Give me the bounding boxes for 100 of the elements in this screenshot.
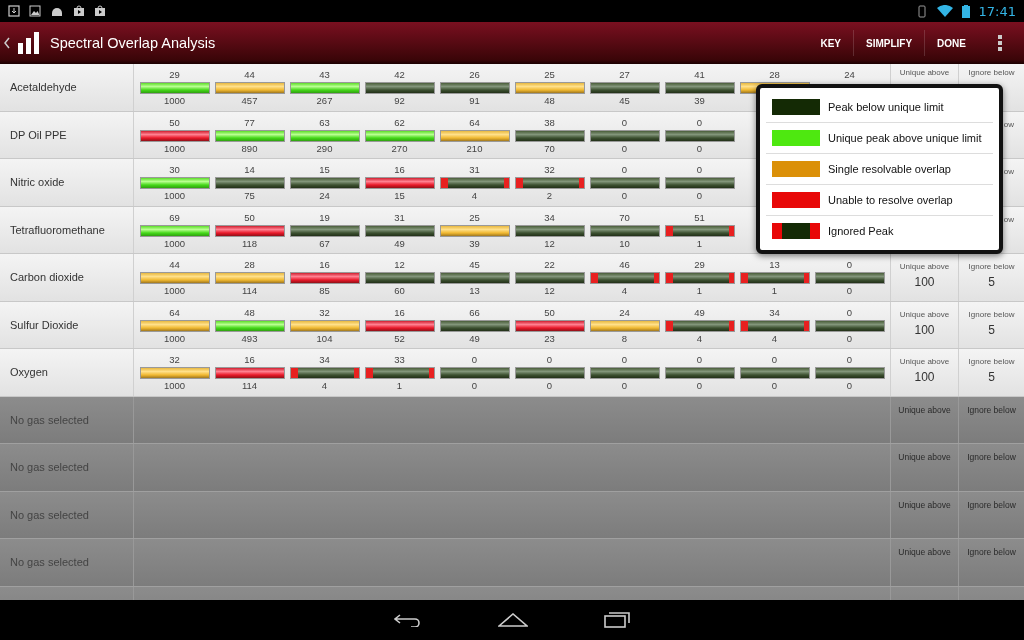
peak-intensity: 92 [394,95,405,107]
peak-intensity: 91 [469,95,480,107]
back-chevron-icon[interactable] [4,37,10,49]
peak-value: 43 [319,69,330,81]
limit-label: Ignore below [968,357,1015,366]
limit-label: Ignore below [968,262,1015,271]
peak-value: 45 [469,259,480,271]
peak-intensity: 85 [319,285,330,297]
peak-value: 41 [694,69,705,81]
peak-value: 13 [769,259,780,271]
peak-intensity: 0 [621,142,628,155]
action-button[interactable]: KEY [808,30,853,56]
peak-value: 22 [544,259,555,271]
clock-time: 17:41 [978,3,1016,19]
peak-intensity: 4 [321,380,328,392]
rotation-icon [915,4,928,18]
peak-intensity: 4 [621,285,628,297]
peak-value: 50 [544,306,555,319]
peak-intensity: 890 [241,142,258,155]
home-icon[interactable] [498,613,528,627]
peak-value: 0 [696,116,703,129]
limit-value[interactable]: 100 [914,275,935,289]
limit-value[interactable]: 5 [988,370,995,384]
legend-label: Ignored Peak [828,225,894,237]
peak-intensity: 49 [394,237,405,250]
peak-value: 32 [319,306,330,319]
limit-value[interactable]: 100 [914,322,935,337]
peak-value: 0 [771,354,778,366]
legend-label: Single resolvable overlap [828,163,951,175]
peak-intensity: 8 [621,332,628,345]
peak-value: 34 [769,306,780,319]
limit-value[interactable]: 5 [988,275,995,289]
peak-value: 16 [394,164,405,176]
peak-value: 26 [469,69,480,81]
limit-label: Ignore below [967,452,1016,462]
peak-value: 29 [169,69,180,81]
limit-label: ow [1003,167,1014,176]
peak-intensity: 0 [771,380,778,392]
image-icon [29,5,41,17]
gas-name[interactable]: DP Oil PPE [0,111,134,158]
peak-value: 0 [621,354,628,366]
limit-label: Unique above [899,68,950,77]
peak-intensity: 210 [466,142,483,155]
peak-value: 15 [319,164,330,176]
gas-name[interactable]: Oxygen [0,349,134,396]
peak-value: 24 [619,306,630,319]
peak-intensity: 39 [694,95,705,107]
peak-value: 0 [846,306,853,319]
back-icon[interactable] [394,613,422,627]
peak-value: 27 [619,69,630,81]
peak-intensity: 48 [544,95,555,107]
peak-intensity: 1000 [163,380,186,392]
peak-value: 44 [169,259,180,271]
peak-intensity: 1 [771,285,778,297]
peak-value: 64 [469,116,480,129]
limit-value[interactable]: 100 [914,370,935,384]
peak-value: 70 [619,211,630,224]
gas-name[interactable]: Acetaldehyde [0,64,134,111]
action-button[interactable]: DONE [924,30,978,56]
peak-value: 0 [846,354,853,366]
overflow-menu-icon[interactable] [998,35,1002,51]
battery-icon [961,4,970,18]
peak-intensity: 0 [846,332,853,345]
peak-value: 51 [694,211,705,224]
wifi-icon [936,5,953,17]
peak-value: 42 [394,69,405,81]
gas-name[interactable]: Tetrafluoromethane [0,206,134,253]
peak-intensity: 1000 [163,190,186,202]
peak-intensity: 0 [621,190,628,202]
peak-intensity: 118 [241,237,258,250]
peak-value: 62 [394,116,405,129]
peak-intensity: 12 [544,237,555,250]
gas-name[interactable]: Carbon dioxide [0,254,134,301]
peak-intensity: 1000 [163,142,186,155]
peak-intensity: 12 [544,285,555,297]
gas-name[interactable]: Nitric oxide [0,159,134,206]
peak-intensity: 290 [316,142,333,155]
peak-value: 0 [621,164,628,176]
gas-name[interactable]: Sulfur Dioxide [0,301,134,348]
peak-value: 14 [244,164,255,176]
peak-intensity: 23 [544,332,555,345]
peak-value: 0 [846,259,853,271]
action-button[interactable]: SIMPLIFY [852,30,925,56]
peak-value: 24 [844,69,855,81]
peak-value: 38 [544,116,555,129]
limit-label: Unique above [899,309,950,319]
peak-value: 0 [471,354,478,366]
peak-value: 32 [544,164,555,176]
peak-value: 16 [319,259,330,271]
peak-intensity: 267 [316,95,333,107]
limit-value[interactable]: 5 [988,322,995,337]
limit-label: Ignore below [968,68,1015,77]
peak-intensity: 0 [546,380,553,392]
peak-value: 31 [469,164,480,176]
peak-value: 50 [244,211,255,224]
peak-value: 12 [394,259,405,271]
recent-apps-icon[interactable] [604,612,630,628]
screen-title: Spectral Overlap Analysis [50,35,216,51]
peak-intensity: 60 [394,285,405,297]
limit-label: Ignore below [967,499,1016,510]
